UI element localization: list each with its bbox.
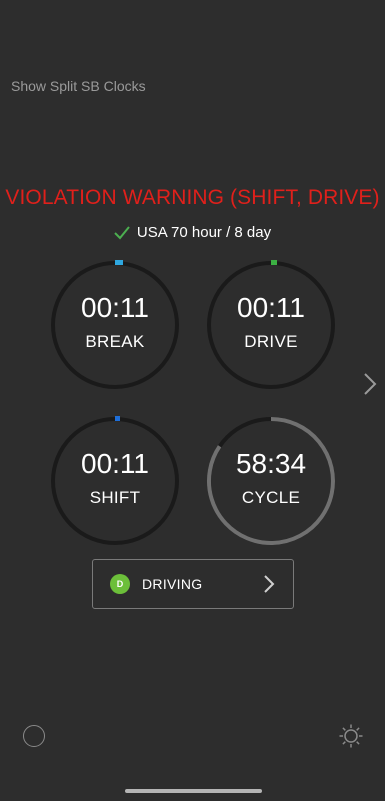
cycle-clock[interactable]: 58:34 CYCLE <box>205 415 337 547</box>
status-badge: D <box>110 574 130 594</box>
ruleset-row: USA 70 hour / 8 day <box>0 224 385 241</box>
chevron-right-icon <box>263 574 275 594</box>
violation-warning: VIOLATION WARNING (SHIFT, DRIVE) <box>5 186 380 209</box>
home-indicator[interactable] <box>125 789 262 793</box>
break-time: 00:11 <box>81 292 149 323</box>
cycle-time: 58:34 <box>235 448 307 479</box>
duty-status-label: DRIVING <box>142 576 203 592</box>
drive-clock[interactable]: 00:11 DRIVE <box>205 259 337 391</box>
show-split-sb-clocks-link[interactable]: Show Split SB Clocks <box>11 78 146 94</box>
shift-time: 00:11 <box>81 448 149 479</box>
sun-icon[interactable] <box>339 724 363 748</box>
chevron-right-icon <box>364 373 377 395</box>
shift-clock[interactable]: 00:11 SHIFT <box>49 415 181 547</box>
break-label: BREAK <box>85 332 145 351</box>
cycle-clock-ring <box>207 417 335 545</box>
shift-clock-ring <box>51 416 179 545</box>
next-page-button[interactable] <box>358 370 382 398</box>
cycle-label: CYCLE <box>241 488 301 507</box>
shift-progress-marker <box>115 416 120 421</box>
drive-progress-marker <box>271 260 277 265</box>
duty-status-button[interactable]: D DRIVING <box>92 559 294 609</box>
break-clock-ring <box>51 260 179 389</box>
check-icon <box>114 225 130 240</box>
shift-label: SHIFT <box>89 488 141 507</box>
circle-icon[interactable] <box>23 725 45 747</box>
drive-clock-ring <box>207 260 335 389</box>
break-clock[interactable]: 00:11 BREAK <box>49 259 181 391</box>
drive-label: DRIVE <box>244 332 298 351</box>
drive-time: 00:11 <box>237 292 305 323</box>
ruleset-label: USA 70 hour / 8 day <box>136 224 272 241</box>
break-progress-marker <box>115 260 123 265</box>
